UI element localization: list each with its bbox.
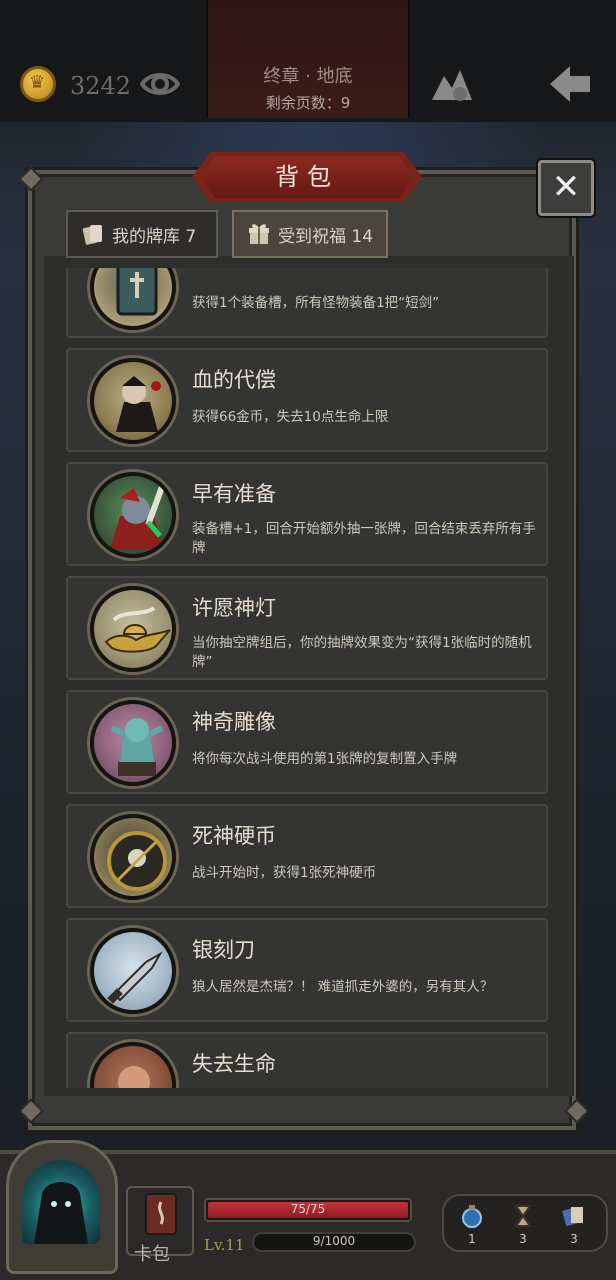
- xp-text: 9/1000: [312, 1234, 356, 1248]
- pages-remaining: 剩余页数：9: [265, 94, 351, 112]
- list-item[interactable]: 许愿神灯 当你抽空牌组后，你的抽牌效果变为“获得1张临时的随机牌”: [66, 576, 548, 680]
- blessing-portrait: [90, 928, 176, 1014]
- character-avatar: [22, 1160, 100, 1244]
- deck-label: 卡包: [134, 1244, 170, 1265]
- tab-my-deck-label: 我的牌库 7: [112, 226, 197, 247]
- hourglass-count: 3: [519, 1232, 527, 1246]
- blessing-desc: 当你抽空牌组后，你的抽牌效果变为“获得1张临时的随机牌”: [192, 635, 532, 670]
- list-item[interactable]: 早有准备 装备槽+1，回合开始额外抽一张牌，回合结束丢弃所有手牌: [66, 462, 548, 566]
- magic-lamp-icon: [104, 606, 171, 653]
- goblin-icon: [110, 486, 165, 550]
- list-item[interactable]: 血的代偿 获得66金币，失去10点生命上限: [66, 348, 548, 452]
- blessing-name: 许愿神灯: [192, 596, 276, 620]
- potion-count: 1: [468, 1232, 476, 1246]
- blessing-name: 神奇雕像: [192, 710, 276, 734]
- cards-stack-icon[interactable]: [562, 1204, 586, 1228]
- tab-blessings-label: 受到祝福 14: [278, 226, 374, 247]
- blessing-portrait: [90, 700, 176, 786]
- hp-text: 75/75: [290, 1202, 326, 1216]
- blessing-portrait: [90, 586, 176, 672]
- blessing-desc: 获得1个装备槽，所有怪物装备1把“短剑”: [192, 295, 440, 311]
- cards-count: 3: [570, 1232, 578, 1246]
- blessing-list[interactable]: 获得1个装备槽，所有怪物装备1把“短剑” 血的代偿 获得66金币，失去10点生命…: [66, 268, 548, 1088]
- back-arrow-icon[interactable]: [548, 64, 592, 104]
- blessing-name: 血的代偿: [192, 368, 276, 392]
- blessing-desc: 获得66金币，失去10点生命上限: [192, 409, 389, 425]
- blessing-name: 银刻刀: [192, 938, 255, 962]
- gift-icon: [249, 224, 269, 244]
- statue-icon: [110, 718, 164, 776]
- blessing-desc: 战斗开始时，获得1张死神硬币: [192, 865, 377, 881]
- tab-blessings[interactable]: 受到祝福 14: [232, 210, 388, 258]
- blessing-name: 失去生命: [192, 1052, 276, 1076]
- player-level: Lv.11: [204, 1236, 245, 1254]
- deck-book-icon: [145, 1193, 177, 1235]
- blessing-desc: 装备槽+1，回合开始额外抽一张牌，回合结束丢弃所有手牌: [192, 521, 536, 556]
- chapter-title: 终章 · 地底: [263, 66, 353, 87]
- potion-icon[interactable]: [460, 1204, 484, 1228]
- list-item[interactable]: 死神硬币 战斗开始时，获得1张死神硬币: [66, 804, 548, 908]
- list-item[interactable]: 神奇雕像 将你每次战斗使用的第1张牌的复制置入手牌: [66, 690, 548, 794]
- eye-icon[interactable]: [140, 68, 180, 100]
- list-item[interactable]: 获得1个装备槽，所有怪物装备1把“短剑”: [66, 268, 548, 338]
- map-icon[interactable]: [430, 66, 474, 104]
- hooded-figure-icon: [34, 1182, 88, 1244]
- blessing-name: 死神硬币: [192, 824, 276, 848]
- list-item[interactable]: 银刻刀 狼人居然是杰瑞？！ 难道抓走外婆的，另有其人？: [66, 918, 548, 1022]
- blessing-portrait: [90, 268, 176, 330]
- blessing-desc: 狼人居然是杰瑞？！ 难道抓走外婆的，另有其人？: [192, 979, 494, 995]
- blessing-portrait: [90, 1042, 176, 1088]
- blessing-name: 早有准备: [192, 482, 276, 506]
- coin-count: 3242: [70, 72, 132, 100]
- coin-icon: [20, 66, 56, 102]
- close-button[interactable]: ✕: [538, 160, 594, 216]
- blessing-portrait: [90, 814, 176, 900]
- hourglass-icon[interactable]: [511, 1204, 535, 1228]
- cards-icon: [82, 225, 102, 245]
- blessing-portrait: [90, 358, 176, 444]
- list-item[interactable]: 失去生命: [66, 1032, 548, 1088]
- wounded-man-icon: [118, 1066, 150, 1088]
- blessing-portrait: [90, 472, 176, 558]
- blessing-desc: 将你每次战斗使用的第1张牌的复制置入手牌: [192, 751, 458, 767]
- panel-title: 背包: [200, 156, 414, 198]
- silver-knife-icon: [107, 951, 163, 1004]
- tab-my-deck[interactable]: 我的牌库 7: [66, 210, 218, 258]
- death-coin-icon: [107, 831, 167, 891]
- vampire-icon: [116, 376, 161, 432]
- book-icon: [116, 268, 158, 316]
